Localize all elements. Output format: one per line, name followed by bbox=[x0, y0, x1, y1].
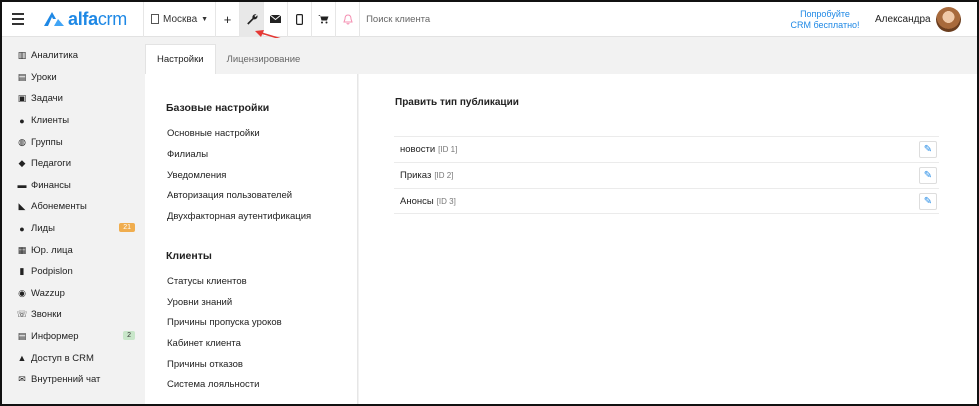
sidebar-item-tasks[interactable]: ▣ Задачи bbox=[2, 88, 145, 110]
link-branches[interactable]: Филиалы bbox=[167, 149, 208, 160]
logo-mark-icon bbox=[44, 12, 64, 26]
tag-icon: ◣ bbox=[18, 201, 26, 212]
link-client-cabinet[interactable]: Кабинет клиента bbox=[167, 338, 241, 349]
user-icon: ● bbox=[19, 115, 25, 126]
clients-section-title: Клиенты bbox=[166, 250, 212, 262]
row-name: новости bbox=[400, 144, 436, 155]
user-name[interactable]: Александра bbox=[875, 14, 931, 25]
sidebar-item-clients[interactable]: ● Клиенты bbox=[2, 110, 145, 132]
top-bar: alfacrm Москва ▼ + Поиск клиента Попробу… bbox=[2, 2, 977, 37]
tab-settings[interactable]: Настройки bbox=[145, 44, 216, 74]
checklist-icon: ▣ bbox=[17, 93, 27, 104]
leads-count-badge: 21 bbox=[119, 222, 135, 232]
logo[interactable]: alfacrm bbox=[43, 9, 143, 30]
publication-types-panel: Править тип публикации новости [ID 1] ✎ … bbox=[359, 74, 977, 404]
branch-selector[interactable]: Москва ▼ bbox=[144, 2, 215, 37]
sidebar-item-lessons[interactable]: ▤ Уроки bbox=[2, 67, 145, 89]
sidebar-item-internal-chat[interactable]: ✉ Внутренний чат bbox=[2, 369, 145, 391]
whatsapp-icon: ◉ bbox=[18, 287, 26, 298]
tab-licensing[interactable]: Лицензирование bbox=[216, 44, 312, 74]
settings-menu: Базовые настройки Основные настройки Фил… bbox=[145, 74, 358, 404]
link-notifications[interactable]: Уведомления bbox=[167, 170, 226, 181]
money-icon: ▬ bbox=[17, 180, 27, 191]
logo-text: alfacrm bbox=[68, 8, 127, 29]
building-icon bbox=[151, 14, 159, 24]
sidebar-item-podpislon[interactable]: ▮ Podpislon bbox=[2, 261, 145, 283]
edit-pencil-icon[interactable]: ✎ bbox=[919, 167, 937, 184]
chart-icon: ▥ bbox=[17, 50, 27, 61]
chat-icon: ✉ bbox=[18, 374, 26, 385]
sidebar-item-legal-entities[interactable]: ▦ Юр. лица bbox=[2, 239, 145, 261]
branch-label: Москва bbox=[163, 13, 198, 25]
bell-icon[interactable] bbox=[336, 2, 359, 37]
sidebar-item-subscriptions[interactable]: ◣ Абонементы bbox=[2, 196, 145, 218]
link-user-auth[interactable]: Авторизация пользователей bbox=[167, 190, 292, 201]
link-knowledge-levels[interactable]: Уровни знаний bbox=[167, 297, 232, 308]
graduation-cap-icon: ◆ bbox=[18, 158, 26, 169]
newspaper-icon: ▤ bbox=[17, 331, 27, 342]
users-icon: ◍ bbox=[18, 136, 26, 147]
sidebar-item-crm-access[interactable]: ▲ Доступ в CRM bbox=[2, 347, 145, 369]
file-icon: ▮ bbox=[19, 266, 25, 277]
row-name: Приказ bbox=[400, 170, 432, 181]
table-row: Приказ [ID 2] ✎ bbox=[394, 162, 939, 188]
avatar[interactable] bbox=[936, 7, 961, 32]
sidebar-item-informer[interactable]: ▤ Информер 2 bbox=[2, 326, 145, 348]
informer-count-badge: 2 bbox=[123, 330, 135, 340]
link-loyalty-system[interactable]: Система лояльности bbox=[167, 379, 259, 390]
user-plus-icon: ● bbox=[19, 223, 25, 234]
sidebar-item-groups[interactable]: ◍ Группы bbox=[2, 131, 145, 153]
edit-pencil-icon[interactable]: ✎ bbox=[919, 193, 937, 210]
basic-settings-title: Базовые настройки bbox=[166, 102, 270, 114]
phone-icon: ☏ bbox=[16, 309, 28, 320]
lock-icon: ▲ bbox=[17, 353, 27, 364]
calendar-icon: ▤ bbox=[17, 71, 27, 82]
plus-icon[interactable]: + bbox=[216, 2, 239, 37]
menu-icon[interactable] bbox=[2, 2, 34, 37]
app-window: alfacrm Москва ▼ + Поиск клиента Попробу… bbox=[0, 0, 979, 406]
link-two-factor[interactable]: Двухфакторная аутентификация bbox=[167, 211, 311, 222]
row-id: [ID 2] bbox=[434, 171, 454, 180]
sidebar-item-calls[interactable]: ☏ Звонки bbox=[2, 304, 145, 326]
row-id: [ID 3] bbox=[436, 196, 456, 206]
settings-tabs: Настройки Лицензирование bbox=[145, 38, 977, 74]
search-input[interactable] bbox=[366, 7, 667, 31]
row-id: [ID 1] bbox=[438, 145, 458, 154]
sidebar: ▥ Аналитика ▤ Уроки ▣ Задачи ● Клиенты ◍ Груп… bbox=[2, 38, 145, 404]
sidebar-item-finance[interactable]: ▬ Финансы bbox=[2, 175, 145, 197]
briefcase-icon: ▦ bbox=[17, 244, 27, 255]
trial-promo-link[interactable]: Попробуйте CRM бесплатно! bbox=[778, 9, 872, 31]
chevron-down-icon: ▼ bbox=[201, 15, 209, 23]
sidebar-item-leads[interactable]: ● Лиды 21 bbox=[2, 218, 145, 240]
cart-icon[interactable] bbox=[312, 2, 335, 37]
sidebar-item-teachers[interactable]: ◆ Педагоги bbox=[2, 153, 145, 175]
table-row: Анонсы [ID 3] ✎ bbox=[394, 188, 939, 214]
row-name: Анонсы bbox=[400, 195, 434, 207]
edit-pencil-icon[interactable]: ✎ bbox=[919, 141, 937, 158]
sidebar-item-analytics[interactable]: ▥ Аналитика bbox=[2, 45, 145, 67]
table-row: новости [ID 1] ✎ bbox=[394, 136, 939, 162]
link-client-statuses[interactable]: Статусы клиентов bbox=[167, 276, 247, 287]
sidebar-item-wazzup[interactable]: ◉ Wazzup bbox=[2, 283, 145, 305]
link-absence-reasons[interactable]: Причины пропуска уроков bbox=[167, 317, 282, 328]
page-title: Править тип публикации bbox=[395, 97, 519, 108]
link-refusal-reasons[interactable]: Причины отказов bbox=[167, 359, 243, 370]
link-main-settings[interactable]: Основные настройки bbox=[167, 128, 260, 139]
